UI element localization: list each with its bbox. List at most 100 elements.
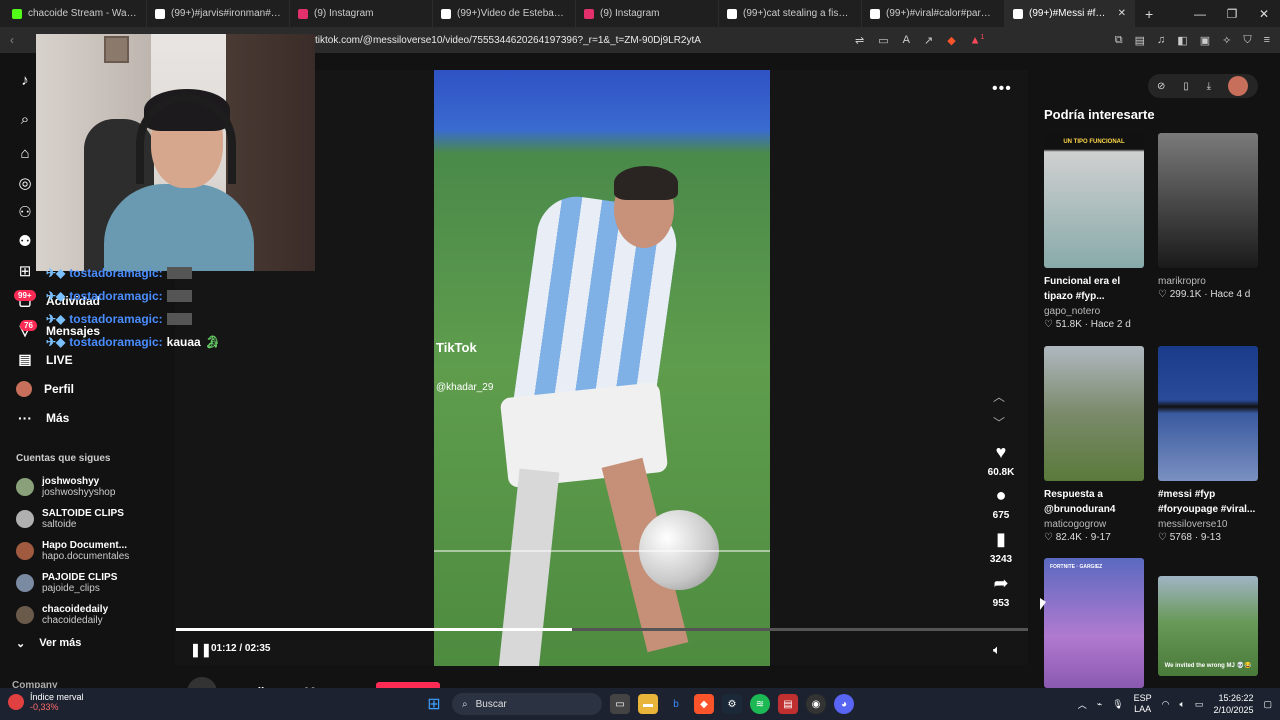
device-icon[interactable]: ▯ (1183, 81, 1189, 92)
maximize-icon[interactable]: ❐ (1216, 7, 1248, 21)
steam-icon[interactable]: ⚙ (722, 694, 742, 714)
volume-icon[interactable]: 🔈︎ (993, 642, 1001, 658)
url-field[interactable]: tiktok.com/@messiloverse10/video/7555344… (315, 35, 701, 46)
vpn-icon[interactable]: ⛉ (1243, 34, 1251, 47)
recommendations-title: Podría interesarte (1044, 107, 1155, 122)
browser-tab[interactable]: (99+)Video de Esteban (@pap (433, 0, 576, 27)
share-icon[interactable]: ↗ (924, 34, 933, 47)
friends-icon[interactable]: ⚉ (16, 233, 34, 251)
browser-tab[interactable]: (9) Instagram (290, 0, 433, 27)
discord-icon[interactable]: ◕ (834, 694, 854, 714)
user-avatar[interactable] (1228, 76, 1248, 96)
card-user: maticogogrow (1044, 519, 1107, 530)
close-icon[interactable]: ✕ (1248, 7, 1280, 21)
video-player[interactable]: TikTok @khadar_29 (434, 70, 770, 666)
video-watermark: TikTok (436, 340, 477, 355)
extensions-icon[interactable]: ⧉ (1115, 34, 1123, 47)
more-options-icon[interactable]: ••• (992, 80, 1012, 98)
battery-icon[interactable]: ▭ (1195, 699, 1204, 710)
search-icon[interactable]: ⌕ (16, 111, 34, 129)
followed-account[interactable]: Hapo Document... hapo.documentales (16, 540, 129, 562)
taskbar-search[interactable]: ⌕ Buscar (452, 693, 602, 715)
browser-tab[interactable]: (99+)cat stealing a fish, sora AI (719, 0, 862, 27)
recommended-video-card[interactable]: marikropro ♡ 299.1K · Hace 4 d (1158, 133, 1258, 300)
brave-rewards-icon[interactable]: ▲1 (970, 34, 985, 47)
followed-account[interactable]: joshwoshyy joshwoshyyshop (16, 476, 115, 498)
brave-shield-icon[interactable]: ◆ (947, 34, 955, 47)
see-more-button[interactable]: ⌄ Ver más (16, 637, 81, 650)
tab-title: chacoide Stream - Watch L (28, 8, 138, 19)
account-name: PAJOIDE CLIPS (42, 572, 118, 583)
pause-icon[interactable]: ❚❚ (190, 642, 212, 658)
wallet-icon[interactable]: ▣ (1200, 34, 1210, 47)
translate-icon[interactable]: ⇌ (855, 34, 864, 47)
voicemeeter-icon[interactable]: ▤ (778, 694, 798, 714)
file-explorer-icon[interactable]: ▬ (638, 694, 658, 714)
following-icon[interactable]: ⚇ (16, 204, 34, 222)
sidebar-item-live[interactable]: ▤ LIVE (16, 351, 72, 368)
recommended-video-card[interactable]: UN TIPO FUNCIONAL Funcional era el tipaz… (1044, 133, 1144, 330)
browser-tab[interactable]: (99+)#Messi #fyp #fory ✕ (1005, 0, 1135, 27)
clock-date: 2/10/2025 (1213, 705, 1254, 715)
network-icon[interactable]: ⌁ (1097, 699, 1102, 710)
new-tab-button[interactable]: + (1145, 6, 1153, 22)
tiktok-logo-icon[interactable]: ♪ (16, 72, 34, 90)
recommended-video-card[interactable]: #messi #fyp #foryoupage #viral... messil… (1158, 346, 1258, 543)
reader-icon[interactable]: ▤ (1135, 34, 1145, 47)
mic-icon[interactable]: 🎙︎ (1112, 699, 1123, 710)
next-video-icon[interactable]: ﹀ (993, 414, 1005, 431)
chevron-up-icon[interactable]: ︿ (1078, 698, 1087, 711)
explore-icon[interactable]: ◎ (16, 175, 34, 193)
back-icon[interactable]: ‹ (10, 33, 14, 47)
notifications-icon[interactable]: ▢ (1263, 699, 1272, 710)
spotify-icon[interactable]: ≋ (750, 694, 770, 714)
media-icon[interactable]: ♫ (1157, 34, 1165, 47)
speaker-icon[interactable]: 🔈︎ (1180, 699, 1185, 710)
comment-button[interactable]: ● 675 (983, 485, 1019, 521)
sidebar-toggle-icon[interactable]: ◧ (1177, 34, 1187, 47)
language-indicator[interactable]: ESP LAA (1134, 693, 1152, 715)
account-handle: pajoide_clips (42, 583, 100, 594)
browser-tab[interactable]: (9) Instagram (576, 0, 719, 27)
thumbnail-text: FORTNITE · GARGIEZ (1050, 564, 1103, 570)
download-icon[interactable]: ⤓ (1207, 81, 1211, 92)
upload-icon[interactable]: ⊞ (16, 263, 34, 281)
window-controls: — ❐ ✕ (1184, 0, 1280, 27)
obs-icon[interactable]: ◉ (806, 694, 826, 714)
account-avatar (16, 478, 34, 496)
task-view-icon[interactable]: ▭ (610, 694, 630, 714)
brave-browser-icon[interactable]: ◆ (694, 694, 714, 714)
prev-video-icon[interactable]: ︿ (993, 388, 1005, 405)
like-button[interactable]: ♥ 60.8K (983, 442, 1019, 478)
sidebar-item-profile[interactable]: Perfil (16, 381, 74, 397)
tab-title: (99+)cat stealing a fish, sora AI (743, 8, 853, 19)
card-user: gapo_notero (1044, 306, 1101, 317)
chat-message: ✈◆ tostadoramagic: (46, 266, 192, 280)
browser-tab[interactable]: chacoide Stream - Watch L (4, 0, 147, 27)
followed-account[interactable]: SALTOIDE CLIPS saltoide (16, 508, 124, 530)
wifi-icon[interactable]: ◠ (1162, 699, 1170, 710)
followed-account[interactable]: PAJOIDE CLIPS pajoide_clips (16, 572, 117, 594)
stock-widget[interactable]: Índice merval -0,33% (8, 692, 84, 712)
sidebar-item-more[interactable]: ··· Más (16, 410, 69, 426)
home-icon[interactable]: ⌂ (16, 145, 34, 163)
leo-icon[interactable]: ✧ (1222, 34, 1231, 47)
bing-icon[interactable]: b (666, 694, 686, 714)
browser-tab[interactable]: (99+)#jarvis#ironman#elindio# (147, 0, 290, 27)
cast-icon[interactable]: ▭ (878, 34, 888, 47)
share-button[interactable]: ➦ 953 (983, 573, 1019, 609)
recommended-video-card[interactable]: FORTNITE · GARGIEZ (1044, 558, 1144, 688)
recommended-video-card[interactable]: Respuesta a @brunoduran4 maticogogrow ♡ … (1044, 346, 1144, 543)
minimize-icon[interactable]: — (1184, 7, 1216, 21)
browser-tab[interactable]: (99+)#viral#calor#paratodoeln (862, 0, 1005, 27)
autoscroll-icon[interactable]: ⊘ (1157, 81, 1165, 92)
recommended-video-card[interactable]: We invited the wrong MJ 💀😂 (1158, 576, 1258, 676)
language-icon[interactable]: A (903, 34, 910, 47)
video-progress-bar[interactable] (176, 628, 1028, 631)
followed-account[interactable]: chacoidedaily chacoidedaily (16, 604, 108, 626)
clock[interactable]: 15:26:22 2/10/2025 (1213, 692, 1253, 716)
tab-close-icon[interactable]: ✕ (1118, 8, 1126, 19)
windows-start-icon[interactable]: ⊞ (424, 694, 444, 714)
save-button[interactable]: ▮ 3243 (983, 529, 1019, 565)
menu-icon[interactable]: ≡ (1264, 34, 1270, 47)
